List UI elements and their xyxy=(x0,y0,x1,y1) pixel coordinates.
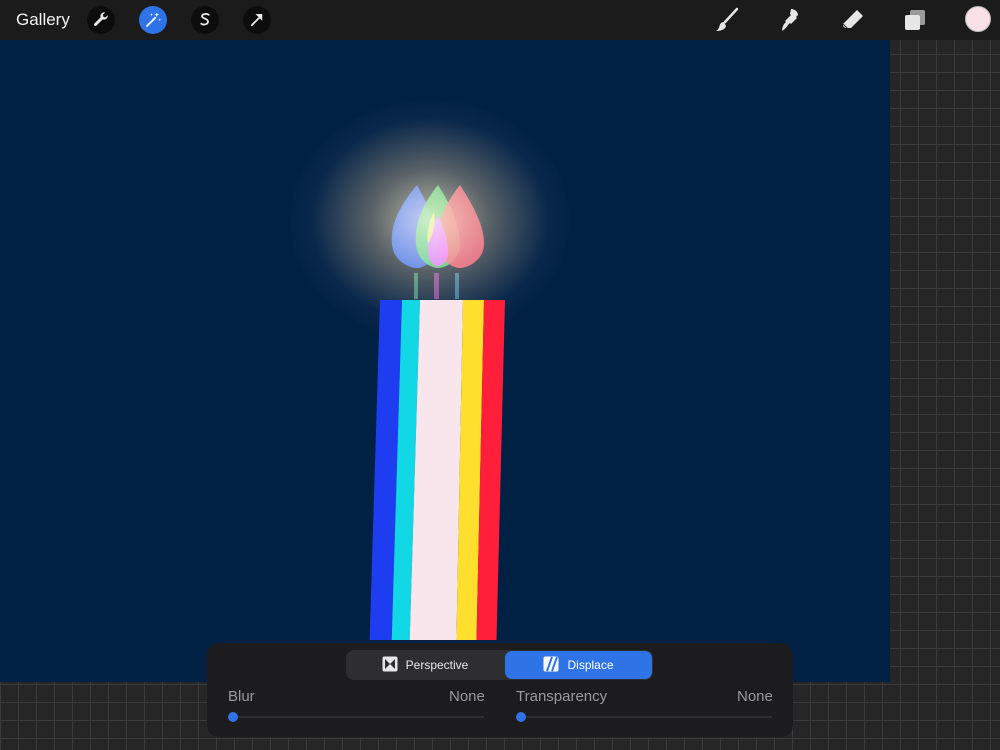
brush-button[interactable] xyxy=(713,6,741,34)
gallery-button[interactable]: Gallery xyxy=(16,10,70,30)
candle-artwork xyxy=(369,185,505,640)
brush-icon xyxy=(714,7,740,33)
smudge-icon xyxy=(777,7,803,33)
adjustment-panel: Perspective Displace Blur None Transpare… xyxy=(207,643,793,737)
displace-icon xyxy=(543,656,559,675)
selection-icon xyxy=(196,11,214,29)
adjustments-button[interactable] xyxy=(139,6,167,34)
mode-segmented-control: Perspective Displace xyxy=(346,650,653,680)
actions-button[interactable] xyxy=(87,6,115,34)
transparency-slider-track[interactable] xyxy=(516,716,772,718)
blur-value: None xyxy=(449,688,485,705)
layers-icon xyxy=(902,7,928,33)
smudge-button[interactable] xyxy=(776,6,804,34)
displace-mode-label: Displace xyxy=(567,658,614,672)
wrench-icon xyxy=(92,11,110,29)
eraser-icon xyxy=(840,7,866,33)
perspective-mode-button[interactable]: Perspective xyxy=(347,651,503,679)
selection-button[interactable] xyxy=(191,6,219,34)
blur-slider-track[interactable] xyxy=(228,716,484,718)
displace-mode-button[interactable]: Displace xyxy=(505,651,652,679)
transform-button[interactable] xyxy=(243,6,271,34)
blur-slider-handle[interactable] xyxy=(228,712,238,722)
perspective-mode-label: Perspective xyxy=(405,658,469,672)
perspective-icon xyxy=(382,656,398,675)
eraser-button[interactable] xyxy=(839,6,867,34)
blur-label: Blur xyxy=(228,688,255,705)
transparency-slider-handle[interactable] xyxy=(516,712,526,722)
transparency-label: Transparency xyxy=(516,688,608,705)
transparency-value: None xyxy=(737,688,773,705)
drawing-canvas[interactable] xyxy=(0,40,890,682)
layers-button[interactable] xyxy=(901,6,929,34)
transform-arrow-icon xyxy=(248,11,266,29)
color-picker-button[interactable] xyxy=(965,6,991,32)
magic-wand-icon xyxy=(144,11,162,29)
top-toolbar: Gallery xyxy=(0,0,1000,40)
